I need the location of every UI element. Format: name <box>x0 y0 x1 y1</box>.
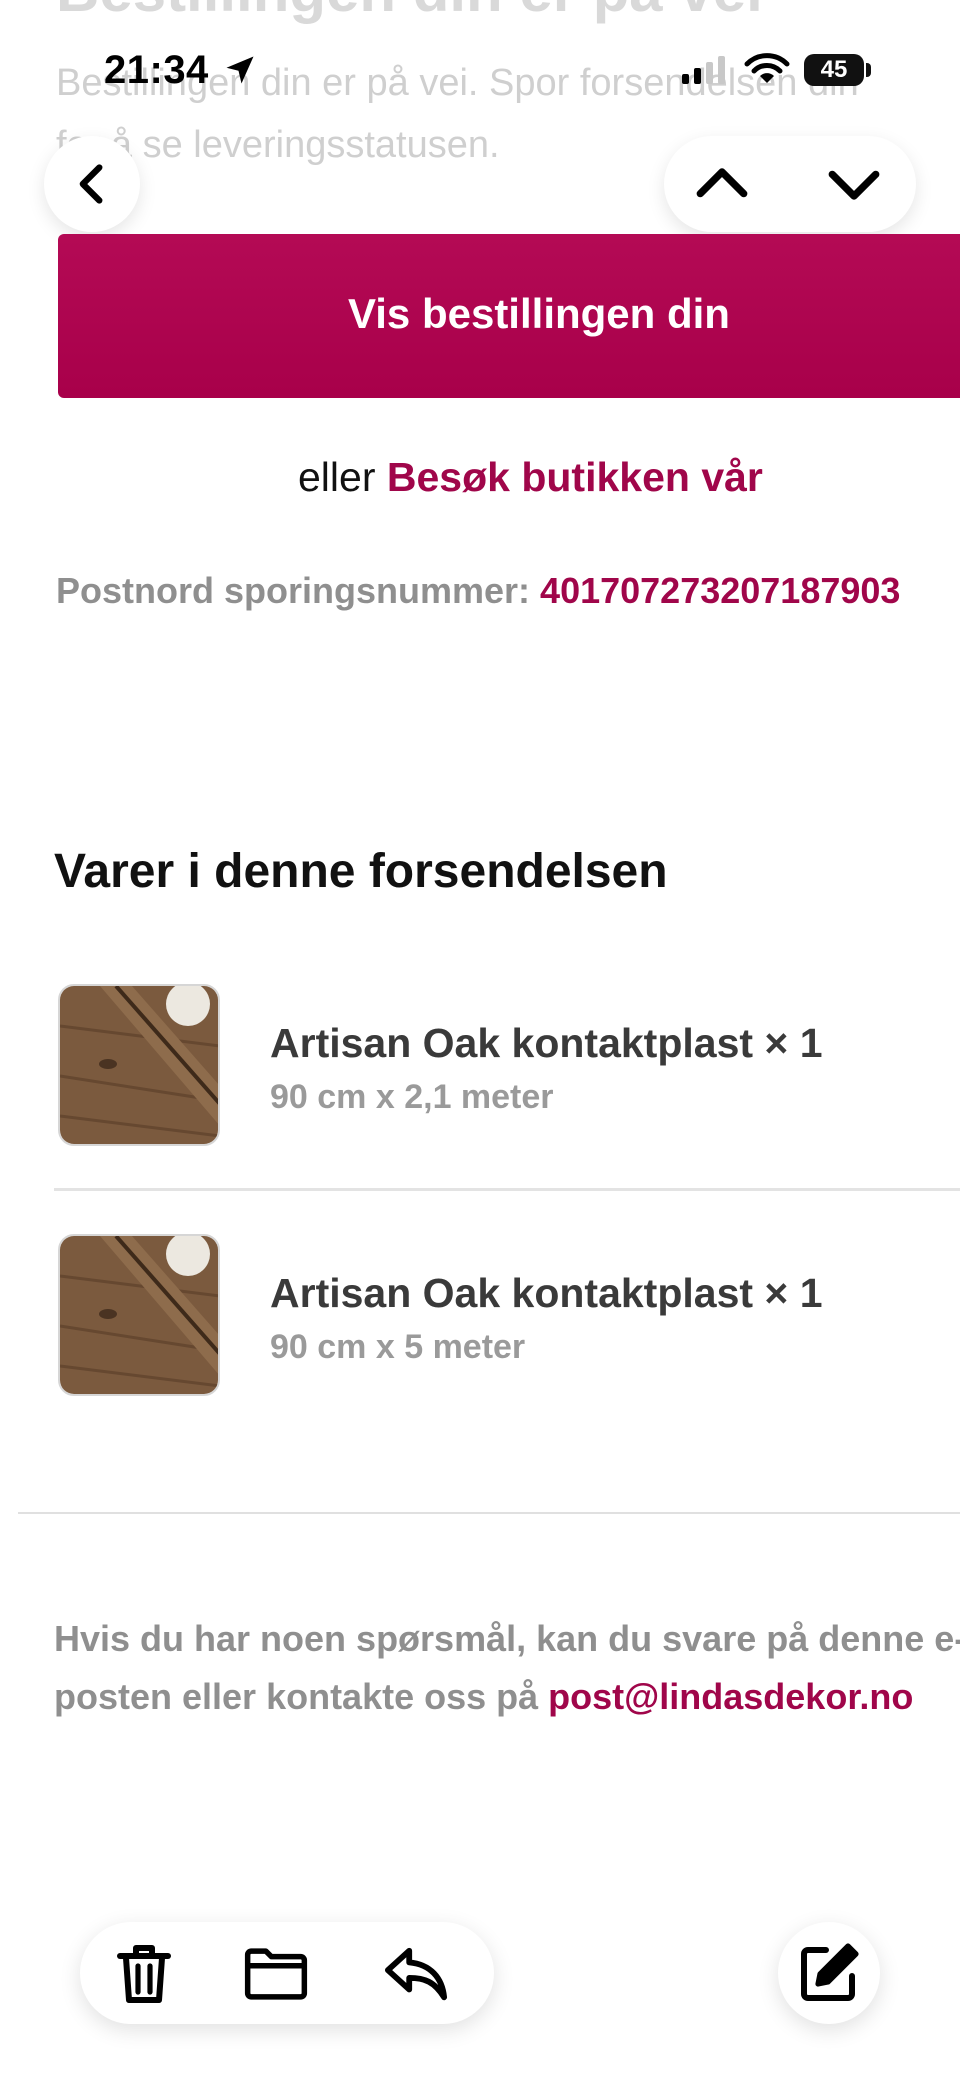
or-text: eller <box>298 454 376 500</box>
product-image <box>58 984 220 1146</box>
reply-button[interactable] <box>384 1942 448 2006</box>
contact-email-link[interactable]: post@lindasdekor.no <box>548 1676 913 1717</box>
section-divider <box>18 1512 960 1514</box>
delete-button[interactable] <box>112 1942 176 2006</box>
footer-prefix: posten eller kontakte oss på <box>54 1676 539 1717</box>
view-order-label: Vis bestillingen din <box>348 290 730 337</box>
list-item: Artisan Oak kontaktplast × 1 90 cm x 2,1… <box>58 984 960 1148</box>
message-nav <box>664 136 916 232</box>
wifi-icon <box>744 53 790 83</box>
footer-line: posten eller kontakte oss på post@lindas… <box>54 1668 960 1726</box>
battery-level: 45 <box>804 54 864 86</box>
item-divider <box>54 1188 960 1191</box>
chevron-up-icon <box>696 168 748 198</box>
item-name: Artisan Oak kontaktplast × 1 <box>270 1020 823 1066</box>
move-to-folder-button[interactable] <box>244 1942 308 2006</box>
chevron-down-icon <box>828 170 880 200</box>
tracking-number-link[interactable]: 401707273207187903 <box>540 570 900 611</box>
items-title: Varer i denne forsendelsen <box>54 845 668 898</box>
cellular-signal-icon <box>682 56 725 84</box>
previous-message-button[interactable] <box>692 154 752 214</box>
trash-icon <box>117 1945 171 2003</box>
store-line: eller Besøk butikken vår <box>298 454 763 501</box>
compose-button[interactable] <box>778 1922 880 2024</box>
chevron-left-icon <box>79 164 103 204</box>
folder-icon <box>244 1948 308 2000</box>
status-bar: 21:34 45 <box>0 0 960 120</box>
tracking-info: Postnord sporingsnummer: 401707273207187… <box>56 570 900 612</box>
view-order-button[interactable]: Vis bestillingen din <box>58 234 960 398</box>
battery-tip <box>866 63 871 77</box>
compose-icon <box>801 1943 859 2001</box>
bottom-toolbar <box>80 1922 494 2024</box>
status-time: 21:34 <box>104 48 209 92</box>
next-message-button[interactable] <box>824 154 884 214</box>
footer-note: Hvis du har noen spørsmål, kan du svare … <box>54 1610 960 1726</box>
back-button[interactable] <box>44 136 140 232</box>
footer-line: Hvis du har noen spørsmål, kan du svare … <box>54 1618 960 1659</box>
tracking-label: Postnord sporingsnummer: <box>56 570 531 611</box>
reply-icon <box>384 1947 448 2001</box>
list-item: Artisan Oak kontaktplast × 1 90 cm x 5 m… <box>58 1234 960 1398</box>
product-image <box>58 1234 220 1396</box>
visit-store-link[interactable]: Besøk butikken vår <box>387 454 763 500</box>
item-name: Artisan Oak kontaktplast × 1 <box>270 1270 823 1316</box>
item-variant: 90 cm x 5 meter <box>270 1328 526 1366</box>
item-variant: 90 cm x 2,1 meter <box>270 1078 554 1116</box>
location-arrow-icon <box>226 56 254 84</box>
